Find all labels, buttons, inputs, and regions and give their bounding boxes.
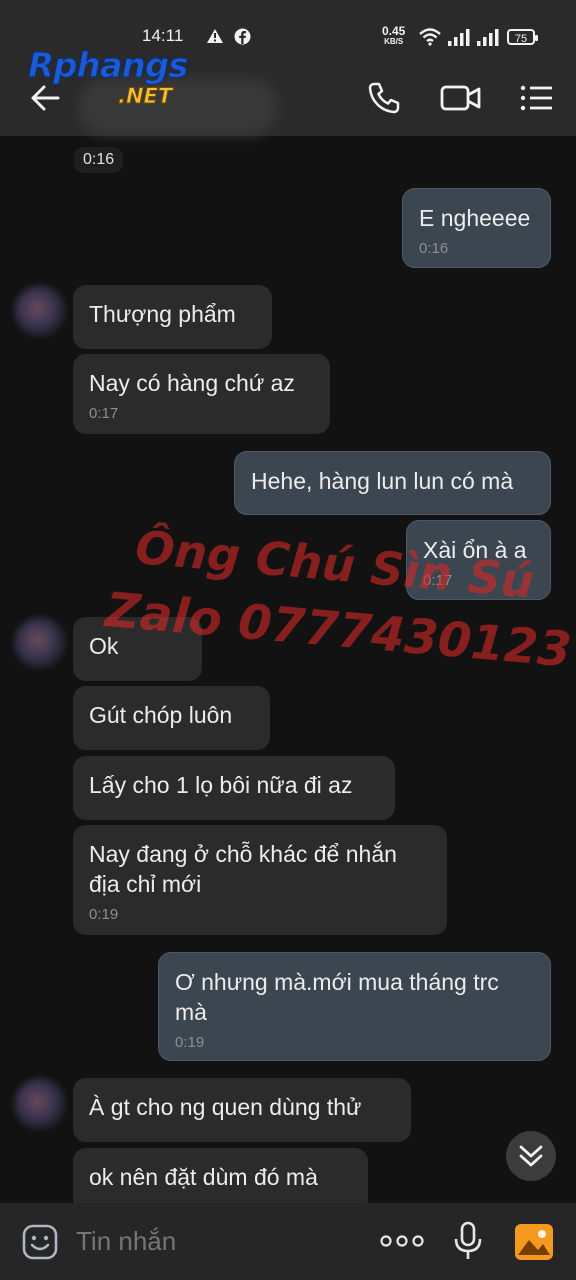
message-input-bar <box>0 1203 576 1280</box>
scroll-down-button[interactable] <box>506 1131 556 1181</box>
sticker-emoji-icon[interactable] <box>22 1224 58 1260</box>
message-input[interactable] <box>74 1225 358 1258</box>
signal-icon-2 <box>477 29 499 50</box>
message-outgoing[interactable]: E ngheeee 0:16 <box>402 188 551 268</box>
video-call-icon[interactable] <box>440 80 482 116</box>
more-options-icon[interactable] <box>380 1231 424 1251</box>
double-chevron-down-icon <box>519 1145 543 1167</box>
message-incoming[interactable]: Thượng phẩm <box>73 285 272 349</box>
contact-name-blurred[interactable] <box>78 78 278 136</box>
message-incoming[interactable]: Ok <box>73 617 202 681</box>
message-incoming[interactable]: Nay đang ở chỗ khác để nhắn địa chỉ mới … <box>73 825 447 935</box>
logo-net: .NET <box>117 84 173 109</box>
message-incoming[interactable]: Gút chóp luôn <box>73 686 270 750</box>
battery-indicator: 75 <box>507 29 538 45</box>
facebook-icon <box>234 28 251 49</box>
watermark-logo: Rphangs .NET <box>27 46 188 109</box>
menu-list-icon[interactable] <box>518 80 554 116</box>
message-incoming[interactable]: À gt cho ng quen dùng thử <box>73 1078 411 1142</box>
message-incoming[interactable]: Lấy cho 1 lọ bôi nữa đi az <box>73 756 395 820</box>
phone-call-icon[interactable] <box>366 80 402 116</box>
message-outgoing[interactable]: Hehe, hàng lun lun có mà <box>234 451 551 515</box>
contact-avatar[interactable] <box>14 617 66 669</box>
chat-header: Rphangs .NET <box>0 46 576 136</box>
warning-icon <box>206 28 224 48</box>
wifi-icon <box>419 28 441 50</box>
image-gallery-icon[interactable] <box>514 1223 554 1261</box>
logo-text: Rphangs <box>27 46 188 87</box>
contact-avatar[interactable] <box>14 285 66 337</box>
network-speed: 0.45 KB/S <box>382 24 406 46</box>
message-time-chip: 0:16 <box>74 147 124 173</box>
contact-avatar[interactable] <box>14 1078 66 1130</box>
message-outgoing[interactable]: Ơ nhưng mà.mới mua tháng trc mà 0:19 <box>158 952 551 1061</box>
signal-icon <box>448 29 470 50</box>
message-outgoing[interactable]: Xài ổn à a 0:17 <box>406 520 551 600</box>
microphone-icon[interactable] <box>453 1221 483 1261</box>
message-incoming[interactable]: Nay có hàng chứ az 0:17 <box>73 354 330 434</box>
status-time: 14:11 <box>142 26 184 45</box>
